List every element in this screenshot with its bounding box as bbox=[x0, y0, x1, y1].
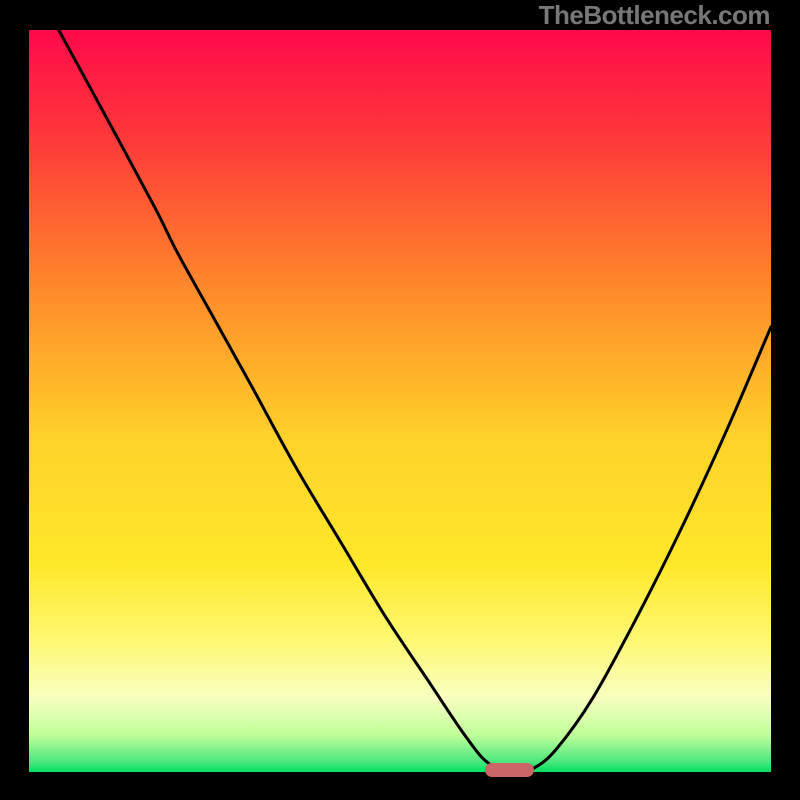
optimum-marker bbox=[485, 763, 533, 777]
bottleneck-curve bbox=[59, 30, 771, 772]
chart-frame: TheBottleneck.com bbox=[0, 0, 800, 800]
plot-area bbox=[29, 30, 771, 772]
attribution-text: TheBottleneck.com bbox=[539, 0, 770, 31]
curve-layer bbox=[29, 30, 771, 772]
